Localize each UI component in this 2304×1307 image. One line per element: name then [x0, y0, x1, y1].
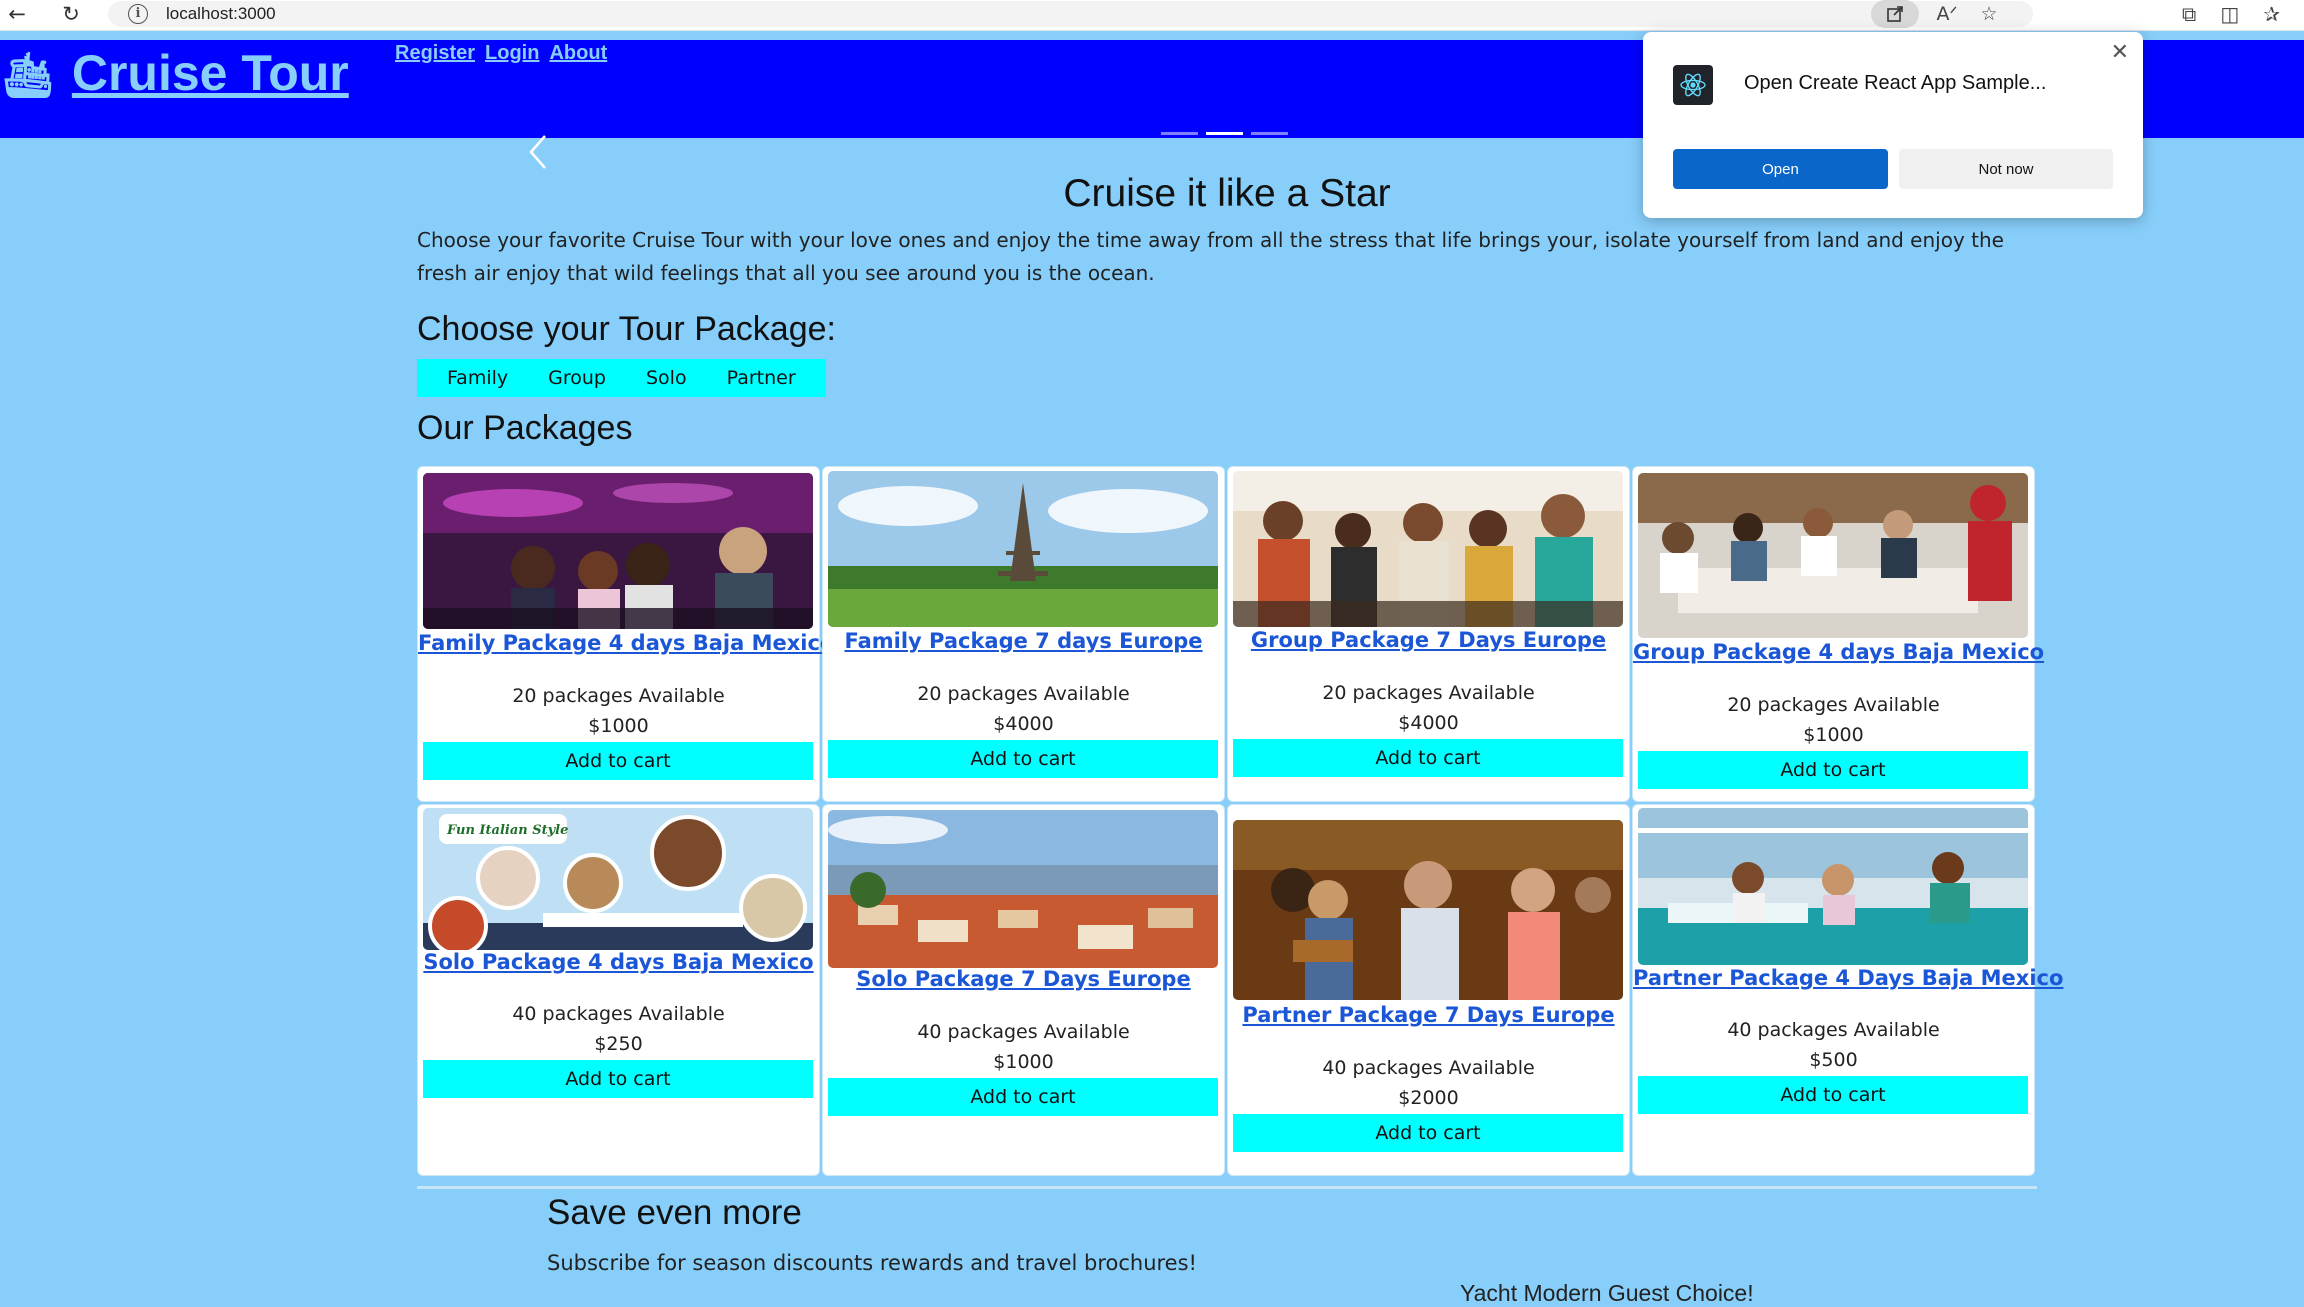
package-image[interactable] — [1638, 473, 2028, 638]
carousel-indicators — [1161, 132, 1288, 135]
not-now-button[interactable]: Not now — [1899, 149, 2113, 189]
popup-title: Open Create React App Sample... — [1744, 72, 2047, 94]
carousel-indicator-3[interactable] — [1251, 132, 1288, 135]
login-link[interactable]: Login — [485, 42, 539, 65]
close-icon[interactable]: ✕ — [2111, 40, 2129, 65]
favorites-icon[interactable]: ✰ — [2263, 2, 2280, 26]
italian-style-badge: Fun Italian Style — [446, 823, 568, 838]
package-price: $4000 — [1398, 712, 1459, 734]
package-price: $1000 — [993, 1051, 1054, 1073]
package-card: Partner Package 4 Days Baja Mexico 40 pa… — [1632, 804, 2063, 1176]
package-availability: 20 packages Available — [917, 683, 1130, 705]
package-card: Group Package 7 Days Europe 20 packages … — [1227, 466, 1630, 802]
package-title-link[interactable]: Solo Package 4 days Baja Mexico — [418, 950, 819, 974]
package-availability: 20 packages Available — [512, 685, 725, 707]
package-image[interactable] — [423, 473, 813, 629]
extensions-icon[interactable]: ⧉ — [2182, 2, 2196, 26]
browser-toolbar: ← ↻ i localhost:3000 Aᐟ ☆ ⧉ ◫ ✰ — [0, 0, 2304, 31]
package-tabs: Family Group Solo Partner — [417, 359, 826, 397]
add-to-cart-button[interactable]: Add to cart — [423, 1060, 813, 1098]
package-availability: 20 packages Available — [1322, 682, 1535, 704]
brand-title: Cruise Tour — [71, 45, 349, 101]
add-to-cart-button[interactable]: Add to cart — [828, 740, 1218, 778]
reload-icon[interactable]: ↻ — [56, 0, 86, 28]
open-in-app-icon — [1887, 6, 1903, 22]
package-availability: 20 packages Available — [1727, 694, 1940, 716]
package-availability: 40 packages Available — [512, 1003, 725, 1025]
read-aloud-icon[interactable]: Aᐟ — [1933, 3, 1961, 25]
tour-package-title: Choose your Tour Package: — [417, 310, 836, 348]
react-icon — [1673, 65, 1713, 105]
packages-title: Our Packages — [417, 409, 633, 447]
add-to-cart-button[interactable]: Add to cart — [828, 1078, 1218, 1116]
package-price: $500 — [1809, 1049, 1858, 1071]
tab-family[interactable]: Family — [427, 367, 528, 389]
about-link[interactable]: About — [549, 42, 607, 65]
package-title-link[interactable]: Group Package 7 Days Europe — [1228, 628, 1629, 652]
open-app-popup: Open Create React App Sample... ✕ Open N… — [1643, 32, 2143, 218]
package-image[interactable] — [828, 471, 1218, 627]
package-card: Family Package 4 days Baja Mexico 20 pac… — [417, 466, 834, 802]
package-card: Fun Italian Style Solo Package 4 days Ba… — [417, 804, 820, 1176]
carousel-indicator-2[interactable] — [1206, 132, 1243, 135]
package-image[interactable] — [1638, 808, 2028, 965]
package-title-link[interactable]: Family Package 7 days Europe — [823, 629, 1224, 653]
info-icon[interactable]: i — [128, 4, 148, 24]
package-image[interactable]: Fun Italian Style — [423, 808, 813, 950]
package-price: $250 — [594, 1033, 643, 1055]
open-in-app-button[interactable] — [1871, 0, 1919, 28]
package-card: Partner Package 7 Days Europe 40 package… — [1227, 804, 1630, 1176]
tab-group[interactable]: Group — [528, 367, 626, 389]
tab-solo[interactable]: Solo — [626, 367, 707, 389]
split-screen-icon[interactable]: ◫ — [2220, 2, 2239, 26]
package-title-link[interactable]: Partner Package 7 Days Europe — [1228, 1003, 1629, 1027]
add-to-cart-button[interactable]: Add to cart — [1638, 1076, 2028, 1114]
package-image[interactable] — [1233, 820, 1623, 1000]
add-to-cart-button[interactable]: Add to cart — [1233, 1114, 1623, 1152]
package-card: Family Package 7 days Europe 20 packages… — [822, 466, 1225, 802]
package-availability: 40 packages Available — [1727, 1019, 1940, 1041]
package-price: $1000 — [1803, 724, 1864, 746]
carousel-indicator-1[interactable] — [1161, 132, 1198, 135]
add-to-cart-button[interactable]: Add to cart — [1638, 751, 2028, 789]
register-link[interactable]: Register — [395, 42, 475, 65]
open-button[interactable]: Open — [1673, 149, 1888, 189]
add-to-cart-button[interactable]: Add to cart — [1233, 739, 1623, 777]
url-text[interactable]: localhost:3000 — [166, 4, 276, 24]
save-title: Save even more — [547, 1193, 802, 1232]
header-nav: Register Login About — [395, 42, 607, 65]
ship-icon: 🛳 — [0, 51, 56, 100]
brand-link[interactable]: 🛳 Cruise Tour — [0, 44, 349, 102]
yacht-heading: Yacht Modern Guest Choice! — [1460, 1280, 1754, 1306]
package-price: $1000 — [588, 715, 649, 737]
package-title-link[interactable]: Partner Package 4 Days Baja Mexico — [1633, 966, 2063, 990]
package-image[interactable] — [828, 810, 1218, 968]
back-arrow-icon[interactable]: ← — [2, 0, 32, 28]
address-bar[interactable]: i localhost:3000 Aᐟ ☆ — [108, 0, 2033, 28]
package-title-link[interactable]: Family Package 4 days Baja Mexico — [418, 631, 834, 655]
package-card: Group Package 4 days Baja Mexico 20 pack… — [1632, 466, 2044, 802]
tab-partner[interactable]: Partner — [707, 367, 816, 389]
package-card: Solo Package 7 Days Europe 40 packages A… — [822, 804, 1225, 1176]
package-price: $2000 — [1398, 1087, 1459, 1109]
package-availability: 40 packages Available — [917, 1021, 1130, 1043]
add-to-cart-button[interactable]: Add to cart — [423, 742, 813, 780]
favorite-star-icon[interactable]: ☆ — [1975, 3, 2003, 25]
hero-text: Choose your favorite Cruise Tour with yo… — [417, 228, 2004, 285]
package-image[interactable] — [1233, 471, 1623, 627]
section-divider — [417, 1186, 2037, 1189]
save-text: Subscribe for season discounts rewards a… — [547, 1251, 1197, 1275]
package-title-link[interactable]: Group Package 4 days Baja Mexico — [1633, 640, 2044, 664]
package-price: $4000 — [993, 713, 1054, 735]
package-title-link[interactable]: Solo Package 7 Days Europe — [823, 967, 1224, 991]
svg-text:Fun Italian Style: Fun Italian Style — [446, 823, 568, 838]
package-availability: 40 packages Available — [1322, 1057, 1535, 1079]
